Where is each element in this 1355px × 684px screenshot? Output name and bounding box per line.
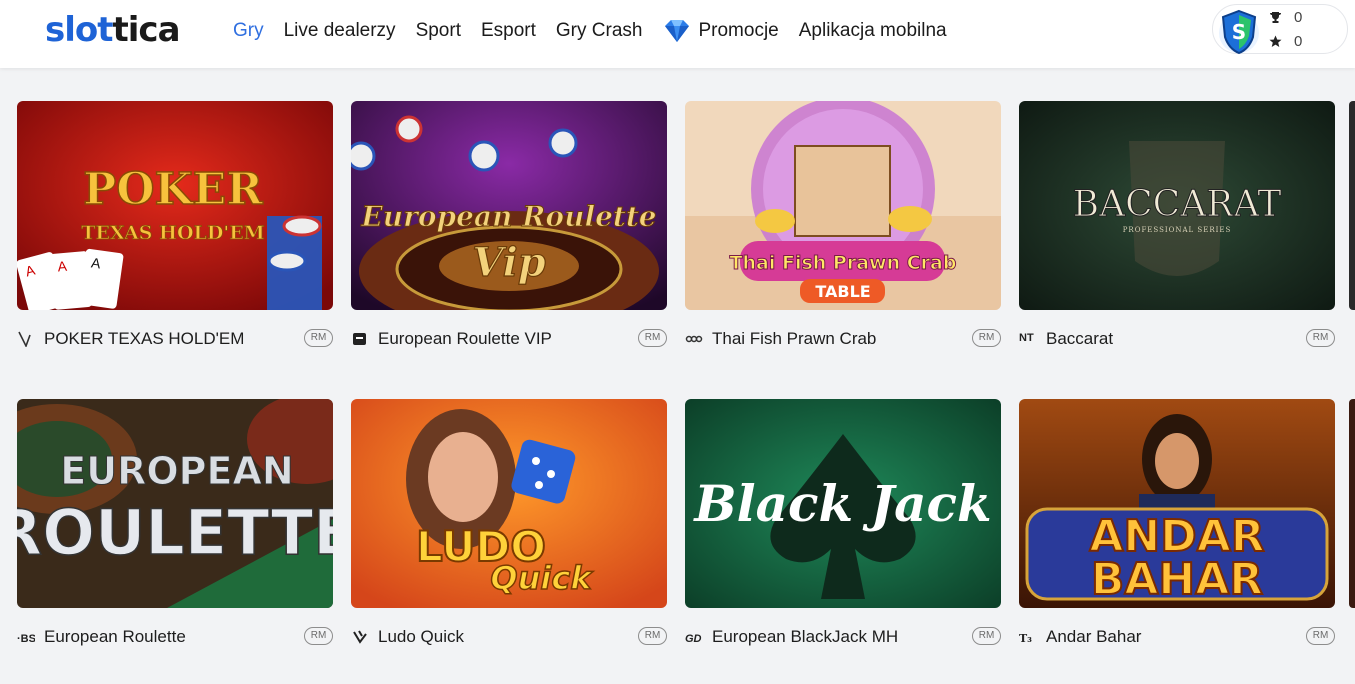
nav-live-dealers[interactable]: Live dealerzy [284, 20, 396, 42]
provider-logo-icon [353, 630, 367, 644]
provider-logo-nt: NT [1019, 332, 1034, 344]
svg-text:GD: GD [685, 633, 702, 645]
real-money-badge: RM [638, 627, 667, 645]
svg-text:TABLE: TABLE [815, 282, 870, 301]
game-thumbnail[interactable]: Black Jack [685, 399, 1001, 608]
game-thumbnail[interactable]: LUDO Quick [351, 399, 667, 608]
diamond-icon [665, 20, 690, 42]
nav-gry[interactable]: Gry [233, 20, 264, 42]
game-title[interactable]: Baccarat [1046, 329, 1113, 349]
game-card-ludo-quick[interactable]: LUDO Quick Ludo Quick RM [351, 399, 667, 652]
provider-logo-icon: GD [685, 633, 702, 645]
real-money-badge: RM [1306, 627, 1335, 645]
svg-text:ROULETTE: ROULETTE [17, 496, 333, 569]
game-title[interactable]: European Roulette [44, 627, 186, 647]
real-money-badge: RM [304, 329, 333, 347]
user-status-box[interactable]: S 0 0 [1212, 4, 1348, 55]
game-thumbnail[interactable]: ANDAR BAHAR [1019, 399, 1335, 608]
svg-text:POKER: POKER [83, 164, 263, 215]
svg-text:Vip: Vip [472, 239, 546, 286]
svg-text:·BS: ·BS [17, 633, 35, 645]
game-thumbnail[interactable]: EUROPEAN ROULETTE [17, 399, 333, 608]
provider-logo-icon: T₃ [1019, 632, 1032, 645]
svg-text:S: S [1232, 20, 1246, 44]
game-card-european-roulette[interactable]: EUROPEAN ROULETTE ·BS European Roulette … [17, 399, 333, 652]
game-thumbnail[interactable]: European Roulette Vip [351, 101, 667, 310]
real-money-badge: RM [1306, 329, 1335, 347]
svg-text:Thai Fish Prawn Crab: Thai Fish Prawn Crab [730, 252, 957, 274]
svg-text:EUROPEAN: EUROPEAN [60, 449, 293, 493]
game-card-european-blackjack-mh[interactable]: Black Jack GD European BlackJack MH RM [685, 399, 1001, 652]
nav-sport[interactable]: Sport [416, 20, 461, 42]
nav-crash-games[interactable]: Gry Crash [556, 20, 643, 42]
star-icon [1269, 35, 1282, 47]
game-title[interactable]: European Roulette VIP [378, 329, 552, 349]
real-money-badge: RM [304, 627, 333, 645]
nav-promotions[interactable]: Promocje [662, 18, 779, 44]
game-thumbnail[interactable]: POKER TEXAS HOLD'EM A A A [17, 101, 333, 310]
trophy-icon [1270, 12, 1281, 23]
game-thumbnail[interactable]: BACCARAT PROFESSIONAL SERIES [1019, 101, 1335, 310]
game-card-andar-bahar[interactable]: ANDAR BAHAR T₃ Andar Bahar RM [1019, 399, 1335, 652]
provider-logo-icon [353, 333, 366, 345]
svg-text:TEXAS HOLD'EM: TEXAS HOLD'EM [81, 222, 264, 244]
game-card-poker[interactable]: POKER TEXAS HOLD'EM A A A POKER TEXAS HO… [17, 101, 333, 354]
game-title[interactable]: Andar Bahar [1046, 627, 1141, 647]
top-header: slottica Gry Live dealerzy Sport Esport … [0, 0, 1355, 68]
provider-logo-icon [18, 331, 31, 347]
trophy-count: 0 [1269, 9, 1302, 26]
nav-esport[interactable]: Esport [481, 20, 536, 42]
game-title[interactable]: POKER TEXAS HOLD'EM [44, 329, 244, 349]
svg-text:Quick: Quick [490, 559, 593, 597]
real-money-badge: RM [972, 329, 1001, 347]
game-title[interactable]: European BlackJack MH [712, 627, 898, 647]
star-count: 0 [1269, 33, 1302, 50]
real-money-badge: RM [638, 329, 667, 347]
nav-mobile-app[interactable]: Aplikacja mobilna [799, 20, 947, 42]
game-card-thai-fish-prawn-crab[interactable]: Thai Fish Prawn Crab TABLE Thai Fish Pra… [685, 101, 1001, 354]
svg-text:BACCARAT: BACCARAT [1073, 184, 1282, 225]
next-card-edge [1349, 399, 1355, 608]
user-level-shield-icon: S [1219, 9, 1259, 55]
site-logo[interactable]: slottica [45, 10, 181, 50]
svg-text:BAHAR: BAHAR [1091, 554, 1263, 605]
next-card-edge [1349, 101, 1355, 310]
svg-text:Black Jack: Black Jack [692, 474, 991, 533]
provider-logo-icon: ·BS [17, 633, 35, 645]
main-nav: Gry Live dealerzy Sport Esport Gry Crash… [233, 18, 967, 44]
svg-text:T₃: T₃ [1019, 632, 1032, 645]
game-card-european-roulette-vip[interactable]: European Roulette Vip European Roulette … [351, 101, 667, 354]
provider-logo-icon [685, 335, 703, 343]
svg-text:PROFESSIONAL SERIES: PROFESSIONAL SERIES [1123, 226, 1232, 234]
real-money-badge: RM [972, 627, 1001, 645]
game-title[interactable]: Ludo Quick [378, 627, 464, 647]
svg-text:European Roulette: European Roulette [360, 200, 656, 233]
game-title[interactable]: Thai Fish Prawn Crab [712, 329, 876, 349]
game-thumbnail[interactable]: Thai Fish Prawn Crab TABLE [685, 101, 1001, 310]
game-card-baccarat[interactable]: BACCARAT PROFESSIONAL SERIES NT Baccarat… [1019, 101, 1335, 354]
